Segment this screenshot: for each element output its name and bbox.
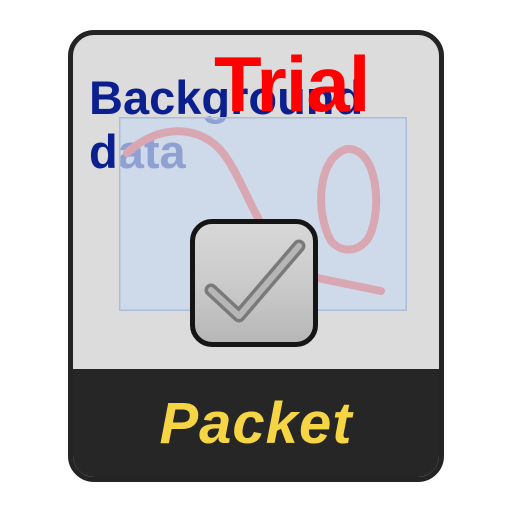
packet-tile[interactable]: Background data Trial Packet — [68, 30, 444, 482]
checkmark-icon — [204, 239, 306, 323]
packet-label: Packet — [159, 390, 353, 456]
trial-watermark: Trial — [214, 40, 370, 128]
checkmark-button[interactable] — [190, 219, 318, 347]
footer-bar: Packet — [73, 369, 439, 477]
